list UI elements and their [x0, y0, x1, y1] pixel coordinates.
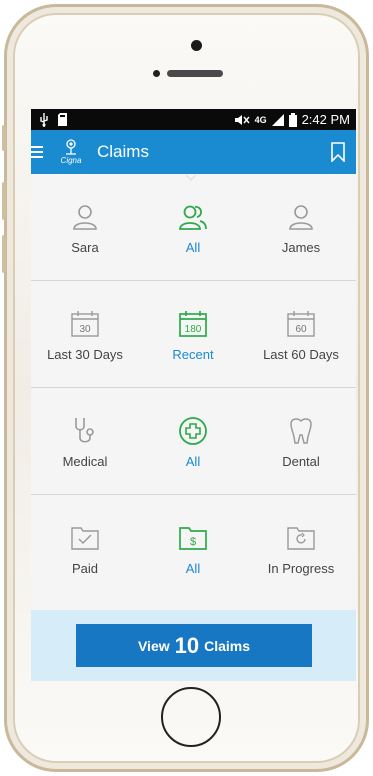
status-bar: 4G 2:42 PM [31, 109, 356, 130]
page-title: Claims [97, 142, 149, 161]
svg-text:$: $ [190, 536, 196, 548]
filter-label: Medical [62, 454, 108, 469]
filter-label: Last 60 Days [263, 347, 339, 362]
filter-status-in-progress[interactable]: In Progress [247, 495, 355, 610]
filter-label: Dental [282, 454, 320, 469]
filter-label: Last 30 Days [47, 347, 123, 362]
calendar-number: 30 [79, 324, 91, 335]
app-screen: 4G 2:42 PM Cigna Claims Sara All James 3… [31, 109, 356, 681]
folder-refresh-icon [287, 527, 315, 550]
date-filter-row: 30 Last 30 Days 180 Recent 60 Last 60 Da… [31, 281, 356, 388]
stethoscope-icon [75, 418, 94, 443]
person-icon [289, 205, 313, 230]
footer-bar: View 10 Claims [31, 610, 356, 681]
menu-icon[interactable] [31, 146, 43, 158]
person-icon [73, 205, 97, 230]
filter-label: All [185, 561, 201, 576]
filter-label: Sara [71, 240, 99, 255]
filter-type-medical[interactable]: Medical [31, 388, 139, 494]
proximity-sensor [153, 70, 160, 77]
filter-status-paid[interactable]: Paid [31, 495, 139, 610]
tooth-icon [290, 418, 312, 444]
filter-date-last-30[interactable]: 30 Last 30 Days [31, 281, 139, 387]
front-camera [191, 40, 202, 51]
claims-label: Claims [204, 637, 251, 654]
filter-label: In Progress [267, 561, 335, 576]
calendar-icon: 60 [287, 311, 315, 337]
filter-type-all[interactable]: All [139, 388, 247, 494]
earpiece-speaker [167, 70, 223, 77]
filter-type-dental[interactable]: Dental [247, 388, 355, 494]
filter-person-james[interactable]: James [247, 174, 355, 280]
view-label: View [137, 637, 170, 654]
folder-dollar-icon: $ [179, 527, 207, 550]
signal-icon [271, 113, 284, 126]
dropdown-notch-icon [186, 175, 196, 181]
filter-label: All [185, 454, 201, 469]
calendar-icon: 30 [71, 311, 99, 337]
claims-count: 10 [174, 632, 200, 658]
app-bar: Cigna Claims [31, 130, 356, 174]
filter-label: All [185, 240, 201, 255]
mute-icon [234, 114, 250, 125]
tree-icon [66, 139, 76, 155]
cigna-logo: Cigna [55, 135, 87, 169]
filter-date-recent[interactable]: 180 Recent [139, 281, 247, 387]
status-filter-row: Paid $ All In Progress [31, 495, 356, 610]
filter-label: Paid [71, 561, 99, 576]
view-claims-button[interactable]: View 10 Claims [76, 624, 312, 667]
folder-check-icon [71, 527, 99, 550]
status-time: 2:42 PM [301, 112, 350, 127]
calendar-icon: 180 [179, 311, 207, 337]
home-button[interactable] [161, 687, 221, 747]
battery-icon [288, 112, 297, 127]
bookmark-icon[interactable] [328, 142, 348, 162]
logo-text: Cigna [60, 156, 82, 165]
plus-circle-icon [179, 417, 207, 445]
phone-side-button [2, 125, 6, 151]
phone-volume-up [2, 182, 6, 220]
filter-label: Recent [172, 347, 214, 362]
filter-date-last-60[interactable]: 60 Last 60 Days [247, 281, 355, 387]
network-type: 4G [254, 114, 267, 125]
filter-person-all[interactable]: All [139, 174, 247, 280]
calendar-number: 180 [185, 324, 202, 335]
sd-card-icon [58, 113, 67, 126]
type-filter-row: Medical All Dental [31, 388, 356, 495]
filter-status-all[interactable]: $ All [139, 495, 247, 610]
people-icon [179, 205, 207, 230]
usb-icon [40, 112, 48, 127]
filter-label: James [281, 240, 321, 255]
people-filter-row: Sara All James [31, 174, 356, 281]
filter-person-sara[interactable]: Sara [31, 174, 139, 280]
calendar-number: 60 [295, 324, 307, 335]
phone-volume-down [2, 235, 6, 273]
